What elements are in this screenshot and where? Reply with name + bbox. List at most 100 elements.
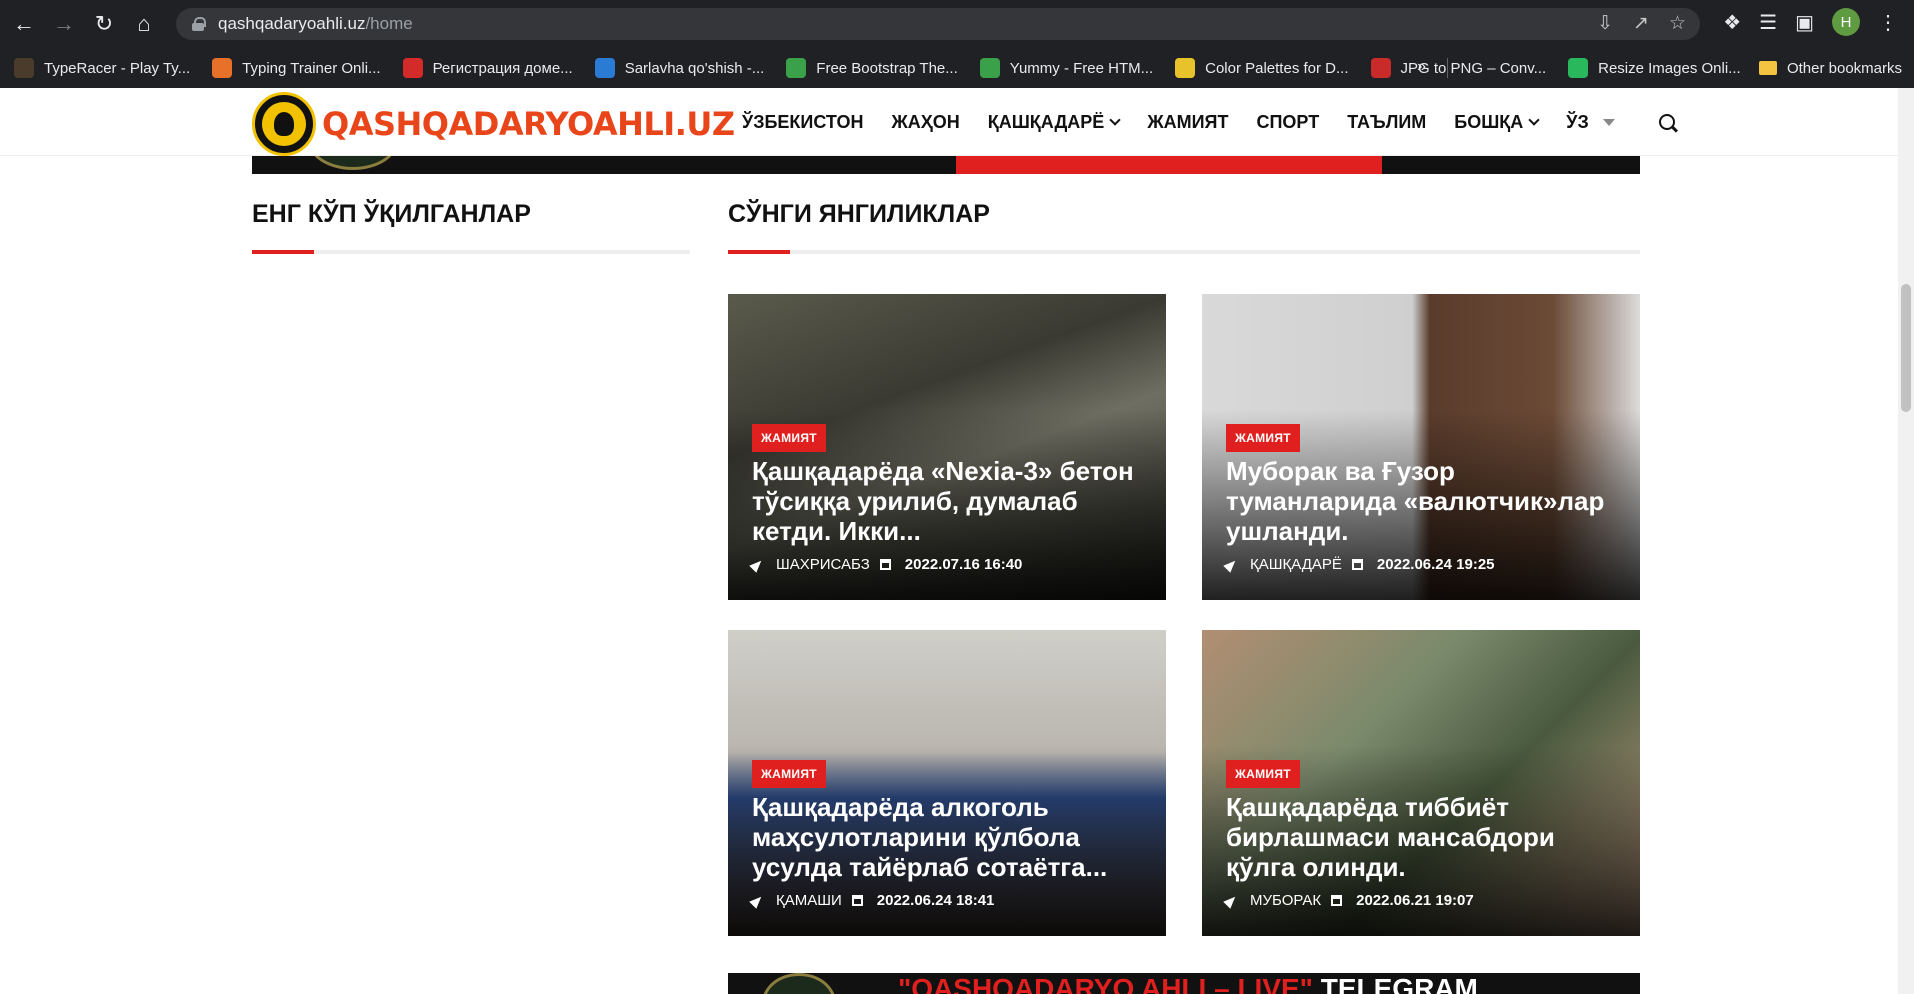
nav-item[interactable]: БОШҚА bbox=[1454, 111, 1540, 133]
news-card-title[interactable]: Муборак ва Ғузор туманларида «валютчик»л… bbox=[1226, 456, 1620, 546]
bookmark-item[interactable]: Typing Trainer Onli... bbox=[212, 58, 381, 78]
news-card-title[interactable]: Қашқадарёда тиббиёт бирлашмаси мансабдор… bbox=[1226, 792, 1620, 882]
bookmark-favicon-icon bbox=[14, 58, 34, 78]
forward-icon[interactable]: → bbox=[44, 4, 84, 44]
site-logo[interactable]: QASHQADARYOAHLI.UZ bbox=[252, 92, 735, 156]
calendar-icon bbox=[1331, 895, 1343, 906]
menu-dots-icon[interactable]: ⋮ bbox=[1878, 10, 1898, 35]
calendar-icon bbox=[1351, 559, 1363, 570]
nav-item[interactable]: ЖАМИЯТ bbox=[1147, 112, 1228, 133]
bookmark-label: Free Bootstrap The... bbox=[816, 59, 958, 77]
most-read-title: ЕНГ КЎП ЎҚИЛГАНЛАР bbox=[252, 200, 531, 228]
category-badge[interactable]: ЖАМИЯТ bbox=[752, 424, 826, 452]
bookmark-favicon-icon bbox=[402, 58, 423, 78]
share-icon[interactable]: ↗ bbox=[1633, 12, 1649, 35]
bookmark-favicon-icon bbox=[1568, 58, 1589, 78]
news-date: 2022.06.24 18:41 bbox=[876, 892, 995, 909]
nav-item-label: СПОРТ bbox=[1256, 111, 1320, 132]
news-card[interactable]: ЖАМИЯТ Қашқадарёда «Nexia-3» бетон тўсиққ… bbox=[728, 294, 1166, 600]
bookmark-favicon-icon bbox=[1370, 58, 1391, 78]
bookmark-item[interactable]: Sarlavha qo'shish -... bbox=[594, 58, 764, 78]
calendar-icon bbox=[851, 895, 863, 906]
bookmark-item[interactable]: Color Palettes for D... bbox=[1175, 58, 1349, 78]
nav-item[interactable]: ЖАҲОН bbox=[891, 112, 959, 133]
nav-item[interactable]: ТАЪЛИМ bbox=[1347, 112, 1426, 133]
news-card-meta: ШАХРИСАБЗ 2022.07.16 16:40 bbox=[749, 556, 1022, 573]
nav-item-label: БОШҚА bbox=[1454, 111, 1524, 132]
banner-red-text: "QASHQADARYO AHLI – LIVE" bbox=[898, 973, 1313, 994]
news-location: ҚАШҚАДАРЁ bbox=[1250, 556, 1342, 573]
category-badge[interactable]: ЖАМИЯТ bbox=[752, 760, 826, 788]
bookmark-item[interactable]: Free Bootstrap The... bbox=[786, 58, 958, 78]
news-location: ШАХРИСАБЗ bbox=[776, 556, 870, 573]
lock-icon[interactable] bbox=[192, 17, 206, 31]
bookmark-star-icon[interactable]: ☆ bbox=[1669, 12, 1686, 35]
bookmark-label: Typing Trainer Onli... bbox=[242, 59, 381, 77]
other-bookmarks[interactable]: Other bookmarks bbox=[1758, 48, 1902, 88]
nav-item[interactable]: ЎЗБЕКИСТОН bbox=[742, 112, 863, 133]
latest-news-title: СЎНГИ ЯНГИЛИКЛАР bbox=[728, 200, 990, 228]
bookmarks-bar: TypeRacer - Play Ty... Typing Trainer Onl… bbox=[0, 48, 1914, 88]
bookmark-favicon-icon bbox=[786, 58, 807, 78]
category-badge[interactable]: ЖАМИЯТ bbox=[1226, 760, 1300, 788]
reload-icon[interactable]: ↻ bbox=[84, 4, 124, 44]
search-icon[interactable] bbox=[1658, 114, 1675, 130]
bookmark-label: TypeRacer - Play Ty... bbox=[44, 59, 191, 77]
bookmark-favicon-icon bbox=[1175, 58, 1196, 78]
news-card[interactable]: ЖАМИЯТ Қашқадарёда алкоголь маҳсулотларин… bbox=[728, 630, 1166, 936]
extension-icon[interactable]: ❖ bbox=[1723, 10, 1741, 35]
main-nav: ЎЗБЕКИСТОН ЖАҲОН ҚАШҚАДАРЁ ЖАМИЯТ СПОРТ ТАЪЛИ… bbox=[742, 88, 1675, 156]
lion-logo-icon bbox=[252, 92, 316, 156]
bookmark-item[interactable]: TypeRacer - Play Ty... bbox=[14, 58, 190, 78]
bookmark-item[interactable]: Регистрация доме... bbox=[402, 58, 573, 78]
news-location: МУБОРАК bbox=[1250, 892, 1322, 909]
scroll-thumb[interactable] bbox=[1901, 284, 1911, 412]
news-card-meta: ҚАМАШИ 2022.06.24 18:41 bbox=[749, 892, 995, 909]
news-card-title[interactable]: Қашқадарёда «Nexia-3» бетон тўсиққа урил… bbox=[752, 456, 1146, 546]
bookmark-favicon-icon bbox=[212, 58, 233, 78]
url-path: /home bbox=[365, 14, 413, 33]
location-pin-icon bbox=[749, 892, 765, 909]
address-bar[interactable]: qashqadaryoahli.uz/home ⇩ ↗ ☆ bbox=[176, 8, 1700, 40]
page-content: QASHQADARYOAHLI.UZ ЎЗБЕКИСТОН ЖАҲОН ҚАШҚАД… bbox=[0, 88, 1914, 994]
calendar-icon bbox=[879, 559, 891, 570]
page-scrollbar[interactable] bbox=[1898, 88, 1914, 994]
news-date: 2022.06.24 19:25 bbox=[1376, 556, 1495, 573]
news-card-title[interactable]: Қашқадарёда алкоголь маҳсулотларини қўлб… bbox=[752, 792, 1146, 882]
news-location: ҚАМАШИ bbox=[776, 892, 842, 909]
latest-news-underline bbox=[728, 250, 1640, 254]
location-pin-icon bbox=[749, 556, 765, 573]
news-card[interactable]: ЖАМИЯТ Қашқадарёда тиббиёт бирлашмаси ман… bbox=[1202, 630, 1640, 936]
bookmark-item[interactable]: Resize Images Onli... bbox=[1568, 58, 1741, 78]
home-icon[interactable]: ⌂ bbox=[124, 4, 164, 44]
nav-item-label: ЖАҲОН bbox=[891, 111, 960, 132]
telegram-banner[interactable]: "QASHQADARYO AHLI – LIVE" TELEGRAM bbox=[728, 973, 1640, 994]
bookmark-item[interactable]: Yummy - Free HTM... bbox=[979, 58, 1154, 78]
puzzle-icon[interactable]: ☰ bbox=[1759, 10, 1777, 35]
nav-item[interactable]: СПОРТ bbox=[1256, 112, 1319, 133]
bookmark-label: Resize Images Onli... bbox=[1598, 59, 1741, 77]
language-switcher[interactable]: ЎЗ bbox=[1566, 111, 1615, 133]
other-bookmarks-label: Other bookmarks bbox=[1786, 59, 1902, 77]
bookmark-label: Color Palettes for D... bbox=[1205, 59, 1349, 77]
profile-avatar[interactable]: H bbox=[1832, 8, 1860, 36]
install-icon[interactable]: ⇩ bbox=[1597, 12, 1613, 35]
site-header: QASHQADARYOAHLI.UZ ЎЗБЕКИСТОН ЖАҲОН ҚАШҚАД… bbox=[0, 88, 1898, 156]
nav-item-label: ТАЪЛИМ bbox=[1347, 111, 1427, 132]
folder-icon bbox=[1758, 61, 1777, 75]
sidepanel-icon[interactable]: ▣ bbox=[1795, 10, 1814, 35]
bookmark-favicon-icon bbox=[594, 58, 615, 78]
bookmark-label: Yummy - Free HTM... bbox=[1009, 59, 1154, 77]
chevron-down-icon bbox=[1109, 114, 1122, 126]
bookmarks-divider bbox=[1447, 58, 1448, 78]
bookmarks-overflow-button[interactable]: » bbox=[1417, 58, 1426, 76]
news-card[interactable]: ЖАМИЯТ Муборак ва Ғузор туманларида «валю… bbox=[1202, 294, 1640, 600]
news-card-meta: ҚАШҚАДАРЁ 2022.06.24 19:25 bbox=[1223, 556, 1495, 573]
language-label: ЎЗ bbox=[1566, 111, 1589, 132]
news-date: 2022.06.21 19:07 bbox=[1356, 892, 1474, 909]
category-badge[interactable]: ЖАМИЯТ bbox=[1226, 424, 1300, 452]
logo-text: QASHQADARYOAHLI.UZ bbox=[322, 105, 735, 143]
nav-item[interactable]: ҚАШҚАДАРЁ bbox=[988, 112, 1122, 133]
bookmark-item[interactable]: JPG to PNG – Conv... bbox=[1370, 58, 1546, 78]
back-icon[interactable]: ← bbox=[4, 4, 44, 44]
